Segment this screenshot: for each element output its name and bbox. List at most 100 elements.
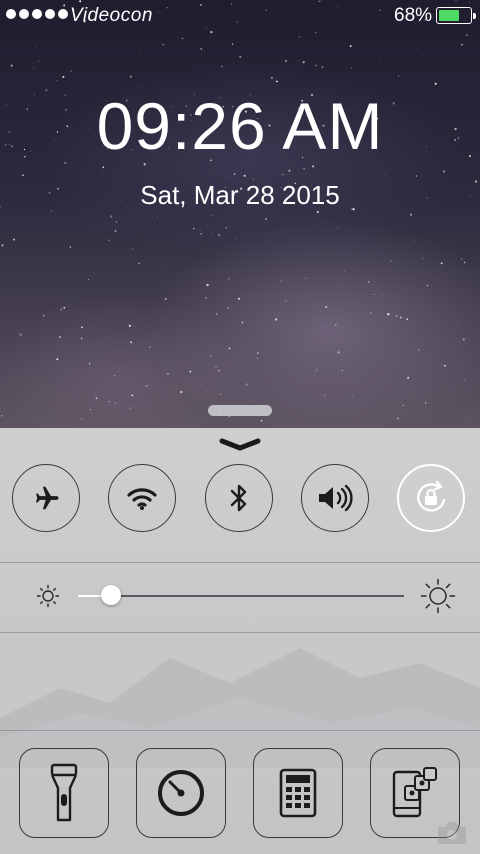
star (367, 281, 370, 283)
star (81, 326, 83, 329)
rotation-lock-toggle[interactable] (397, 464, 465, 532)
star (216, 313, 218, 315)
star (460, 218, 461, 219)
star (157, 216, 158, 218)
rotation-lock-icon (417, 480, 446, 512)
star (390, 260, 392, 262)
carrier-name: Videocon (70, 5, 153, 26)
star (425, 402, 427, 404)
divider (0, 730, 480, 731)
star (384, 174, 386, 176)
sun-large-icon (420, 578, 456, 614)
airplane-icon (36, 486, 59, 510)
star (221, 65, 223, 68)
star (13, 238, 16, 241)
bluetooth-icon (230, 484, 247, 512)
calculator-button[interactable] (253, 748, 343, 838)
star (87, 278, 89, 281)
collapse-chevron-icon[interactable] (218, 438, 262, 452)
star (426, 284, 429, 287)
star (129, 75, 132, 78)
star (204, 296, 207, 299)
star (410, 213, 413, 216)
star (237, 297, 240, 300)
flashlight-button[interactable] (19, 748, 109, 838)
star (130, 341, 133, 344)
star (80, 337, 83, 340)
star (115, 220, 118, 223)
star (465, 34, 468, 37)
star (107, 239, 110, 242)
star (114, 230, 117, 232)
star (464, 379, 466, 381)
star (239, 55, 242, 58)
brightness-thumb[interactable] (101, 585, 121, 605)
star (10, 64, 13, 67)
star (165, 267, 166, 269)
star (275, 318, 278, 321)
star (343, 271, 345, 273)
star (440, 262, 443, 265)
star (337, 227, 339, 229)
star (200, 233, 203, 235)
camera-icon[interactable] (434, 818, 470, 848)
star (298, 36, 301, 38)
airplane-mode-toggle[interactable] (12, 464, 80, 532)
mountain-backdrop (0, 648, 480, 768)
star (167, 373, 169, 376)
brightness-track[interactable] (78, 595, 404, 597)
divider (0, 632, 480, 633)
star (180, 391, 183, 393)
star (315, 370, 317, 372)
divider (0, 562, 480, 563)
star (217, 234, 221, 237)
star (241, 321, 244, 324)
timer-icon (158, 770, 204, 816)
brightness-slider[interactable] (0, 573, 480, 617)
bluetooth-toggle[interactable] (205, 464, 273, 532)
star (245, 383, 248, 386)
volume-toggle[interactable] (301, 464, 369, 532)
star (422, 54, 424, 56)
star (189, 370, 192, 373)
star (435, 319, 437, 321)
star (164, 298, 167, 300)
star (266, 240, 268, 242)
star (129, 407, 132, 409)
star (316, 369, 318, 371)
star (131, 394, 134, 397)
star (74, 253, 75, 255)
star (321, 66, 324, 68)
star (418, 349, 420, 351)
star (399, 316, 402, 319)
star (305, 277, 307, 279)
star (149, 346, 151, 348)
star (227, 307, 229, 309)
calculator-icon (279, 768, 317, 818)
star (212, 214, 214, 216)
star (369, 312, 372, 314)
star (38, 60, 40, 62)
star (228, 278, 230, 280)
star (461, 43, 463, 46)
star (88, 362, 91, 365)
wifi-toggle[interactable] (108, 464, 176, 532)
flashlight-icon (50, 763, 78, 822)
star (36, 374, 38, 375)
timer-button[interactable] (136, 748, 226, 838)
star (108, 400, 110, 403)
star (42, 314, 45, 317)
star (231, 43, 234, 45)
star (443, 364, 446, 367)
star (351, 395, 353, 397)
star (162, 43, 165, 46)
star (351, 67, 353, 69)
star (284, 300, 287, 302)
star (462, 338, 465, 341)
starfield (0, 0, 478, 425)
star (95, 223, 97, 225)
star (422, 257, 424, 259)
star (128, 324, 131, 327)
control-center-grabber[interactable] (208, 405, 272, 416)
star (140, 52, 142, 53)
